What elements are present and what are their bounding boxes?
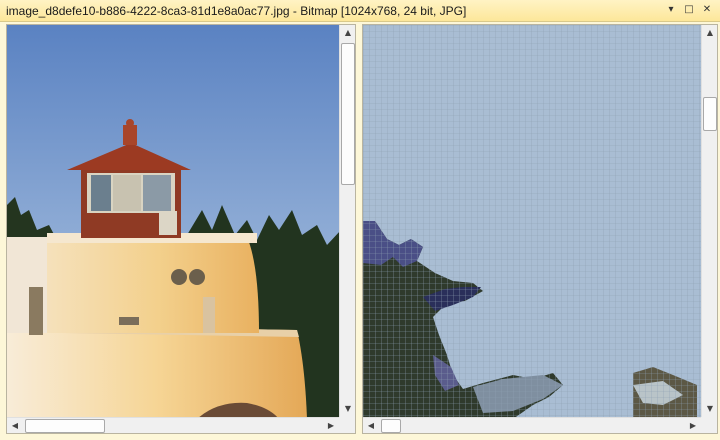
zoom-canvas[interactable] <box>363 25 701 417</box>
scroll-left-icon[interactable]: ◀ <box>363 418 379 433</box>
vertical-scrollbar[interactable]: ▲ ▼ <box>701 25 717 417</box>
scroll-thumb[interactable] <box>341 43 355 185</box>
image-canvas[interactable] <box>7 25 339 417</box>
scroll-right-icon[interactable]: ▶ <box>323 418 339 433</box>
zoomed-pixel-image <box>363 25 701 417</box>
scrollbar-corner <box>339 417 355 433</box>
title-bar: image_d8defe10-b886-4222-8ca3-81d1e8a0ac… <box>0 0 720 22</box>
horizontal-scrollbar[interactable]: ◀ ▶ <box>363 417 701 433</box>
window-title: image_d8defe10-b886-4222-8ca3-81d1e8a0ac… <box>6 4 467 18</box>
scroll-up-icon[interactable]: ▲ <box>702 25 717 41</box>
horizontal-scrollbar[interactable]: ◀ ▶ <box>7 417 339 433</box>
scroll-thumb[interactable] <box>25 419 105 433</box>
lighthouse-image <box>7 25 339 417</box>
vertical-scrollbar[interactable]: ▲ ▼ <box>339 25 355 417</box>
scrollbar-corner <box>701 417 717 433</box>
scroll-thumb[interactable] <box>703 97 717 131</box>
dropdown-icon[interactable]: ▾ <box>664 3 678 17</box>
close-icon[interactable]: ✕ <box>700 3 714 17</box>
scroll-down-icon[interactable]: ▼ <box>340 401 355 417</box>
maximize-icon[interactable]: □ <box>682 3 696 17</box>
scroll-right-icon[interactable]: ▶ <box>685 418 701 433</box>
scroll-left-icon[interactable]: ◀ <box>7 418 23 433</box>
image-view-pane: ▲ ▼ ◀ ▶ <box>6 24 356 434</box>
zoom-view-pane: ▲ ▼ ◀ ▶ <box>362 24 718 434</box>
scroll-up-icon[interactable]: ▲ <box>340 25 355 41</box>
scroll-down-icon[interactable]: ▼ <box>702 401 717 417</box>
scroll-thumb[interactable] <box>381 419 401 433</box>
